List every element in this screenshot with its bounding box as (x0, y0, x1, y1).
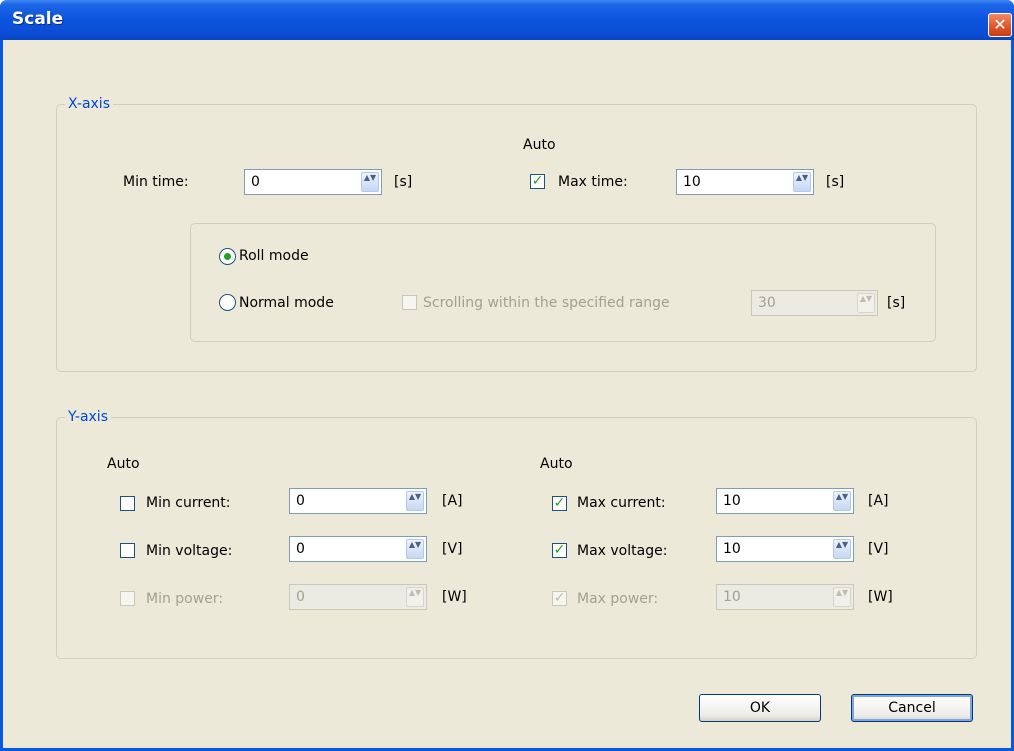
scrolling-range-unit: [s] (887, 295, 906, 311)
min-time-unit: [s] (394, 174, 413, 190)
scrolling-range-value: 30 (758, 295, 776, 311)
max-power-label: Max power: (577, 591, 659, 607)
max-time-spin-arrows-icon[interactable]: ▲▼ (793, 172, 811, 192)
max-power-value: 10 (723, 589, 741, 605)
min-voltage-auto-checkbox[interactable] (120, 543, 135, 558)
max-current-value: 10 (723, 493, 741, 509)
mode-group (190, 223, 936, 342)
normal-mode-radio[interactable] (219, 294, 236, 311)
min-current-label: Min current: (146, 495, 231, 511)
min-voltage-value: 0 (296, 541, 305, 557)
min-current-spin-arrows-icon[interactable]: ▲▼ (406, 491, 424, 511)
max-power-auto-checkbox[interactable]: ✓ (552, 591, 567, 606)
y-auto-right-label: Auto (540, 456, 573, 472)
scrolling-range-spin-arrows-icon[interactable]: ▲▼ (857, 293, 875, 313)
max-power-unit: [W] (868, 589, 893, 605)
min-voltage-spin-arrows-icon[interactable]: ▲▼ (406, 539, 424, 559)
roll-mode-radio[interactable] (219, 248, 236, 265)
min-current-unit: [A] (442, 493, 463, 509)
scale-dialog: Scale ✕ X-axis Auto Min time: 0 ▲▼ [s] ✓… (0, 0, 1014, 751)
scrolling-range-label: Scrolling within the specified range (423, 295, 670, 311)
max-time-auto-checkbox[interactable]: ✓ (530, 174, 545, 189)
min-power-auto-checkbox[interactable] (120, 591, 135, 606)
min-current-value: 0 (296, 493, 305, 509)
max-voltage-spinbox[interactable]: 10 ▲▼ (716, 536, 854, 562)
max-power-spinbox[interactable]: 10 ▲▼ (716, 584, 854, 610)
min-power-spinbox[interactable]: 0 ▲▼ (289, 584, 427, 610)
max-time-value: 10 (683, 174, 701, 190)
max-voltage-unit: [V] (868, 541, 889, 557)
dialog-title: Scale (12, 9, 64, 29)
min-current-spinbox[interactable]: 0 ▲▼ (289, 488, 427, 514)
normal-mode-label: Normal mode (239, 295, 334, 311)
max-current-auto-checkbox[interactable]: ✓ (552, 496, 567, 511)
cancel-button[interactable]: Cancel (851, 694, 973, 722)
max-time-label: Max time: (558, 174, 628, 190)
min-voltage-label: Min voltage: (146, 543, 233, 559)
roll-mode-selected-dot (224, 253, 231, 260)
min-voltage-unit: [V] (442, 541, 463, 557)
max-power-spin-arrows-icon[interactable]: ▲▼ (833, 587, 851, 607)
min-current-auto-checkbox[interactable] (120, 496, 135, 511)
max-current-spinbox[interactable]: 10 ▲▼ (716, 488, 854, 514)
min-power-label: Min power: (146, 591, 224, 607)
dialog-body: X-axis Auto Min time: 0 ▲▼ [s] ✓ Max tim… (3, 40, 1011, 748)
max-voltage-value: 10 (723, 541, 741, 557)
y-auto-left-label: Auto (107, 456, 140, 472)
min-time-value: 0 (251, 174, 260, 190)
x-auto-label: Auto (523, 137, 556, 153)
close-icon[interactable]: ✕ (988, 13, 1012, 37)
max-current-label: Max current: (577, 495, 666, 511)
max-voltage-spin-arrows-icon[interactable]: ▲▼ (833, 539, 851, 559)
scrolling-range-checkbox[interactable] (402, 295, 417, 310)
min-time-spinbox[interactable]: 0 ▲▼ (244, 169, 382, 195)
roll-mode-label: Roll mode (239, 248, 309, 264)
x-axis-legend: X-axis (65, 95, 113, 113)
min-power-spin-arrows-icon[interactable]: ▲▼ (406, 587, 424, 607)
ok-button[interactable]: OK (699, 694, 821, 722)
max-current-spin-arrows-icon[interactable]: ▲▼ (833, 491, 851, 511)
max-time-spinbox[interactable]: 10 ▲▼ (676, 169, 814, 195)
max-voltage-label: Max voltage: (577, 543, 668, 559)
min-power-unit: [W] (442, 589, 467, 605)
min-time-spin-arrows-icon[interactable]: ▲▼ (361, 172, 379, 192)
max-current-unit: [A] (868, 493, 889, 509)
title-bar[interactable]: Scale ✕ (0, 0, 1014, 40)
y-axis-legend: Y-axis (65, 408, 111, 426)
min-voltage-spinbox[interactable]: 0 ▲▼ (289, 536, 427, 562)
max-time-unit: [s] (826, 174, 845, 190)
scrolling-range-spinbox[interactable]: 30 ▲▼ (751, 290, 878, 316)
max-voltage-auto-checkbox[interactable]: ✓ (552, 543, 567, 558)
min-time-label: Min time: (123, 174, 189, 190)
min-power-value: 0 (296, 589, 305, 605)
